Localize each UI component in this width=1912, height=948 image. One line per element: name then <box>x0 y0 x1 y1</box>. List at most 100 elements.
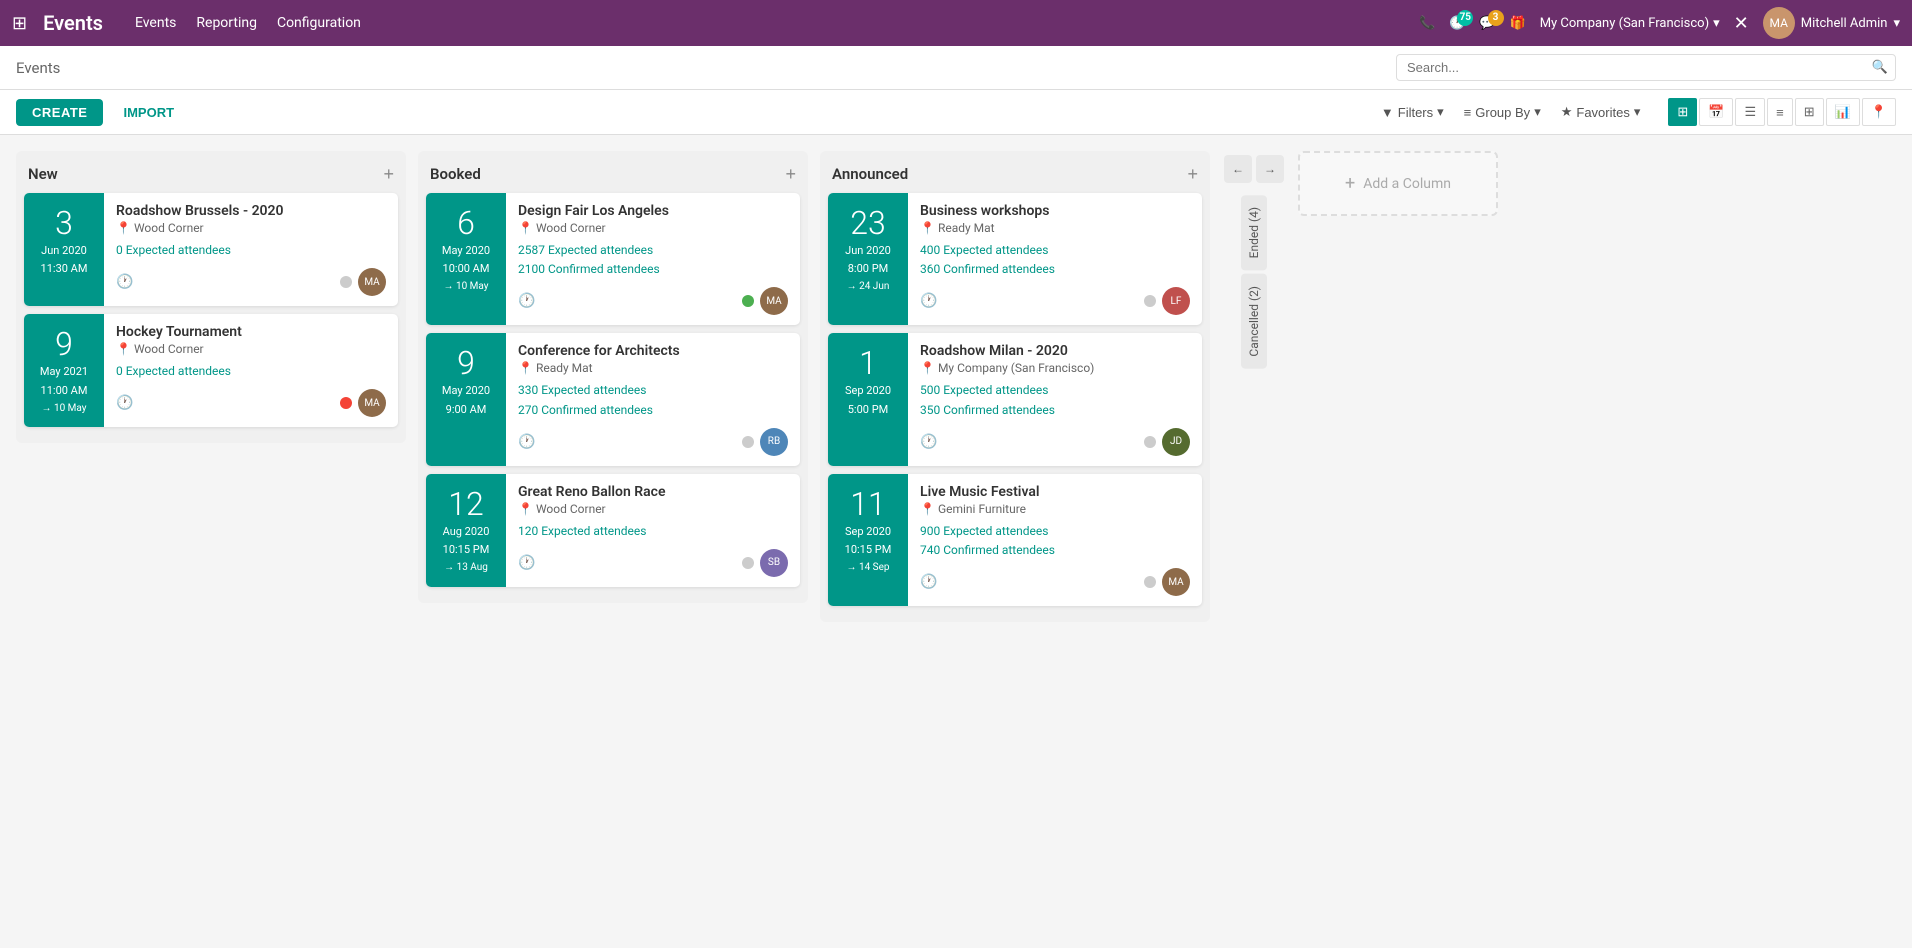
card-body: Roadshow Brussels - 2020 📍 Wood Corner 0… <box>104 193 398 306</box>
clock-icon[interactable]: 🕐 <box>518 555 535 571</box>
kanban-card[interactable]: 11 Sep 2020 10:15 PM → 14 Sep Live Music… <box>828 474 1202 606</box>
clock-icon[interactable]: 🕐 <box>920 293 937 309</box>
clock-icon[interactable]: 🕐 <box>518 434 535 450</box>
card-body: Business workshops 📍 Ready Mat 400 Expec… <box>908 193 1202 325</box>
kanban-card[interactable]: 6 May 2020 10:00 AM → 10 May Design Fair… <box>426 193 800 325</box>
card-month-year: Sep 2020 <box>845 383 891 398</box>
nav-events[interactable]: Events <box>135 15 176 31</box>
clock-icon[interactable]: 🕐 <box>920 574 937 590</box>
kanban-board: New + 3 Jun 2020 11:30 AM Roadshow Bruss… <box>0 135 1912 948</box>
col-title: New <box>28 165 58 183</box>
card-footer: 🕐 JD <box>920 428 1190 456</box>
card-body: Roadshow Milan - 2020 📍 My Company (San … <box>908 333 1202 465</box>
kanban-view-button[interactable]: ⊞ <box>1668 98 1697 126</box>
favorites-button[interactable]: ★ Favorites ▾ <box>1553 100 1649 124</box>
card-day: 3 <box>55 207 73 239</box>
col-add-button[interactable]: + <box>383 165 394 183</box>
attendee-count: 330 Expected attendees <box>518 381 788 400</box>
listdetail-view-button[interactable]: ≡ <box>1767 98 1793 126</box>
kanban-card[interactable]: 1 Sep 2020 5:00 PM Roadshow Milan - 2020… <box>828 333 1202 465</box>
clock-icon[interactable]: 🕐 <box>116 274 133 290</box>
col-header: Announced + <box>828 159 1202 193</box>
kanban-card[interactable]: 12 Aug 2020 10:15 PM → 13 Aug Great Reno… <box>426 474 800 587</box>
clock-icon[interactable]: 🕐 <box>518 293 535 309</box>
card-location: 📍 Wood Corner <box>116 221 386 235</box>
phone-icon[interactable]: 📞 <box>1419 16 1435 31</box>
calendar-view-button[interactable]: 📅 <box>1699 98 1733 126</box>
col-title: Booked <box>430 165 481 183</box>
user-area[interactable]: MA Mitchell Admin ▾ <box>1763 7 1900 39</box>
location-pin-icon: 📍 <box>920 221 935 235</box>
graph-view-button[interactable]: 📊 <box>1826 98 1860 126</box>
card-location: 📍 My Company (San Francisco) <box>920 361 1190 375</box>
import-button[interactable]: IMPORT <box>111 99 186 126</box>
user-thumbnail: SB <box>760 549 788 577</box>
search-icon[interactable]: 🔍 <box>1872 60 1888 75</box>
card-time: 11:30 AM <box>41 262 88 275</box>
card-date: 11 Sep 2020 10:15 PM → 14 Sep <box>828 474 908 606</box>
create-button[interactable]: CREATE <box>16 99 103 126</box>
nav-links: Events Reporting Configuration <box>135 15 361 31</box>
clock-icon[interactable]: 🕐 <box>116 395 133 411</box>
card-title: Live Music Festival <box>920 484 1190 500</box>
clock-icon[interactable]: 🕐 <box>920 434 937 450</box>
company-selector[interactable]: My Company (San Francisco) ▾ <box>1540 16 1720 31</box>
attendee-count: 350 Confirmed attendees <box>920 401 1190 420</box>
card-date: 9 May 2021 11:00 AM → 10 May <box>24 314 104 427</box>
groupby-chevron-icon: ▾ <box>1534 104 1541 120</box>
card-location: 📍 Wood Corner <box>518 502 788 516</box>
search-input[interactable] <box>1396 54 1896 81</box>
card-attendees: 0 Expected attendees <box>116 241 386 260</box>
kanban-card[interactable]: 23 Jun 2020 8:00 PM → 24 Jun Business wo… <box>828 193 1202 325</box>
location-pin-icon: 📍 <box>920 361 935 375</box>
kanban-card[interactable]: 9 May 2020 9:00 AM Conference for Archit… <box>426 333 800 465</box>
attendee-count: 740 Confirmed attendees <box>920 541 1190 560</box>
card-body: Hockey Tournament 📍 Wood Corner 0 Expect… <box>104 314 398 427</box>
card-day: 12 <box>448 488 484 520</box>
chat-icon[interactable]: 💬 3 <box>1479 16 1495 31</box>
card-date: 9 May 2020 9:00 AM <box>426 333 506 465</box>
end-date-arrow: → 13 Aug <box>444 562 488 573</box>
user-name: Mitchell Admin <box>1801 16 1888 31</box>
card-footer: 🕐 MA <box>116 268 386 296</box>
collapse-right-button[interactable]: → <box>1256 155 1284 183</box>
card-day: 11 <box>850 488 886 520</box>
collapse-left-button[interactable]: ← <box>1224 155 1252 183</box>
card-attendees: 900 Expected attendees740 Confirmed atte… <box>920 522 1190 560</box>
activity-icon[interactable]: 🕐 75 <box>1449 16 1465 31</box>
card-location: 📍 Wood Corner <box>518 221 788 235</box>
list-view-button[interactable]: ☰ <box>1735 98 1765 126</box>
col-add-button[interactable]: + <box>785 165 796 183</box>
star-icon: ★ <box>1561 104 1573 120</box>
nav-configuration[interactable]: Configuration <box>277 15 361 31</box>
card-footer: 🕐 SB <box>518 549 788 577</box>
attendee-count: 0 Expected attendees <box>116 241 386 260</box>
card-location: 📍 Gemini Furniture <box>920 502 1190 516</box>
map-view-button[interactable]: 📍 <box>1862 98 1896 126</box>
card-title: Hockey Tournament <box>116 324 386 340</box>
add-column-button[interactable]: + Add a Column <box>1298 151 1498 216</box>
card-day: 9 <box>55 328 73 360</box>
attendee-count: 360 Confirmed attendees <box>920 260 1190 279</box>
kanban-card[interactable]: 3 Jun 2020 11:30 AM Roadshow Brussels - … <box>24 193 398 306</box>
card-footer: 🕐 MA <box>920 568 1190 596</box>
kanban-card[interactable]: 9 May 2021 11:00 AM → 10 May Hockey Tour… <box>24 314 398 427</box>
card-month-year: May 2020 <box>442 243 490 258</box>
filters-button[interactable]: ▼ Filters ▾ <box>1373 100 1452 124</box>
groupby-button[interactable]: ≡ Group By ▾ <box>1456 100 1549 124</box>
app-grid-icon[interactable]: ⊞ <box>12 13 27 34</box>
card-date: 6 May 2020 10:00 AM → 10 May <box>426 193 506 325</box>
gift-icon[interactable]: 🎁 <box>1510 16 1526 31</box>
nav-icons: 📞 🕐 75 💬 3 🎁 My Company (San Francisco) … <box>1419 7 1900 39</box>
pivot-view-button[interactable]: ⊞ <box>1795 98 1824 126</box>
end-date-arrow: → 10 May <box>443 281 488 292</box>
status-dot <box>742 436 754 448</box>
card-date: 23 Jun 2020 8:00 PM → 24 Jun <box>828 193 908 325</box>
col-add-button[interactable]: + <box>1187 165 1198 183</box>
close-icon[interactable]: ✕ <box>1734 13 1749 34</box>
collapsed-col-1[interactable]: Cancelled (2) <box>1241 274 1267 369</box>
avatar: MA <box>1763 7 1795 39</box>
collapsed-col-0[interactable]: Ended (4) <box>1241 195 1267 270</box>
nav-reporting[interactable]: Reporting <box>196 15 257 31</box>
status-dot <box>340 397 352 409</box>
